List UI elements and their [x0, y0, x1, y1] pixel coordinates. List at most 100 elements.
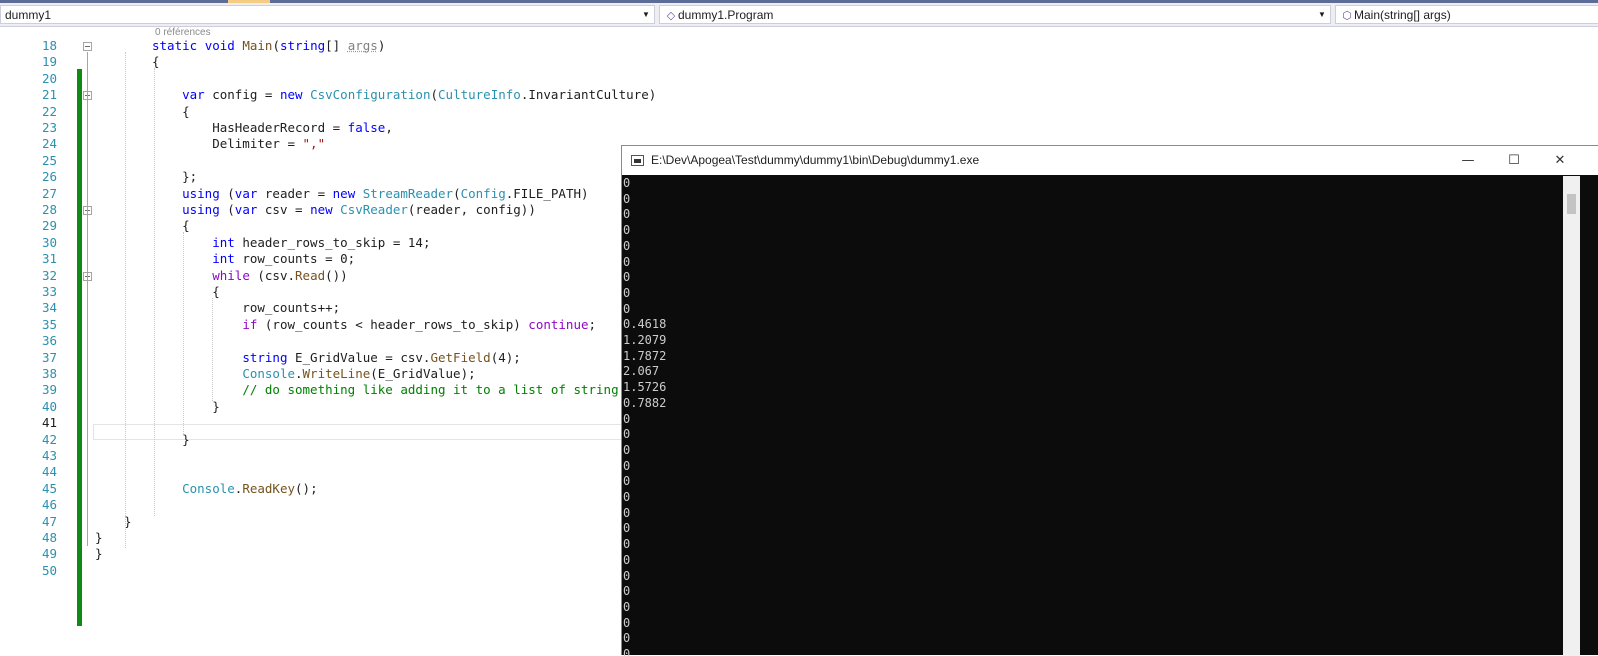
code-token: Config	[460, 185, 506, 201]
code-token: header_rows_to_skip = 14;	[242, 234, 431, 250]
code-text: Console.ReadKey();	[152, 480, 317, 497]
code-token: GetField	[430, 349, 491, 365]
code-token: )	[377, 38, 386, 53]
code-token: using	[182, 202, 228, 217]
chevron-down-icon: ▼	[642, 10, 650, 19]
indent-guide	[125, 52, 126, 549]
console-app-icon	[631, 155, 644, 166]
console-output-line: 0	[623, 490, 631, 504]
change-indicator-bar	[77, 544, 82, 627]
scrollbar-thumb[interactable]	[1567, 194, 1576, 214]
code-token: StreamReader	[362, 185, 454, 201]
class-icon: ◇	[666, 10, 676, 22]
console-output: 0 0 0 0 0 0 0 0 0 0.4618 1.2079 1.7872 2.067 1.5726 0.…	[622, 176, 1563, 656]
code-token: ())	[325, 267, 348, 283]
code-token: csv =	[264, 202, 311, 217]
collapse-outline-toggle[interactable]	[83, 42, 92, 51]
line-number: 21	[41, 87, 57, 103]
minimize-button[interactable]: —	[1445, 146, 1491, 175]
console-output-line: 0	[623, 270, 631, 285]
codelens-references[interactable]: 0 références	[155, 27, 211, 38]
line-number: 45	[41, 480, 57, 496]
console-output-line: 0	[623, 537, 631, 552]
code-token: }	[152, 431, 190, 447]
line-number: 29	[41, 218, 57, 234]
line-number: 42	[41, 431, 57, 447]
project-dropdown[interactable]: dummy1 ▼	[0, 5, 655, 24]
code-text: while (csv.Read())	[152, 267, 348, 284]
line-number: 22	[41, 103, 57, 119]
console-output-line: 0	[623, 176, 631, 190]
code-token: using	[182, 185, 228, 201]
line-number: 48	[41, 530, 57, 545]
line-number: 46	[41, 497, 57, 513]
code-token: (	[227, 185, 235, 201]
code-token: []	[325, 38, 348, 53]
code-token: new	[279, 87, 311, 103]
line-number: 23	[41, 120, 57, 135]
code-token: CultureInfo	[438, 87, 521, 103]
line-number: 18	[41, 38, 57, 53]
code-text: }	[152, 399, 220, 415]
project-dropdown-value: dummy1	[5, 8, 52, 22]
code-token: {	[152, 218, 190, 234]
code-token: Console	[182, 480, 235, 496]
console-title-bar[interactable]: E:\Dev\Apogea\Test\dummy\dummy1\bin\Debu…	[622, 146, 1598, 175]
console-title: E:\Dev\Apogea\Test\dummy\dummy1\bin\Debu…	[651, 153, 980, 167]
console-window[interactable]: E:\Dev\Apogea\Test\dummy\dummy1\bin\Debu…	[621, 145, 1598, 656]
code-token: config =	[212, 87, 280, 103]
code-token: (	[453, 185, 461, 201]
line-number: 32	[41, 267, 57, 283]
code-token: (	[227, 202, 235, 217]
console-output-line: 0	[623, 442, 631, 457]
code-text: if (row_counts < header_rows_to_skip) co…	[152, 317, 596, 333]
navigation-bar: dummy1 ▼ ◇ dummy1.Program ▼ ⬡ Main(string[…	[0, 3, 1598, 27]
line-number: 36	[41, 333, 57, 349]
line-number: 47	[41, 513, 57, 529]
code-token: .	[295, 366, 303, 381]
code-token: CsvReader	[340, 202, 408, 217]
code-token: .InvariantCulture)	[520, 87, 657, 103]
line-number: 44	[41, 464, 57, 480]
code-token: row_counts++;	[152, 300, 341, 316]
member-dropdown[interactable]: ⬡ Main(string[] args)	[1335, 5, 1598, 24]
code-text: Console.WriteLine(E_GridValue);	[152, 366, 475, 382]
code-text: using (var reader = new StreamReader(Con…	[152, 185, 588, 202]
code-token: string	[242, 349, 295, 365]
chevron-down-icon: ▼	[1318, 10, 1326, 19]
line-number: 28	[41, 202, 57, 217]
code-token: new	[332, 185, 363, 201]
code-token: Read	[295, 267, 326, 283]
maximize-button[interactable]: ☐	[1491, 146, 1537, 175]
console-output-line: 0	[623, 599, 631, 614]
method-cube-icon: ⬡	[1342, 10, 1352, 22]
code-token: ReadKey	[242, 480, 296, 496]
code-token: HasHeaderRecord =	[152, 120, 348, 135]
code-token: {	[152, 284, 220, 299]
type-dropdown[interactable]: ◇ dummy1.Program ▼	[659, 5, 1331, 24]
console-output-line: 0	[623, 474, 631, 489]
indent-guide	[154, 68, 155, 516]
code-token: if	[242, 316, 265, 332]
code-token: reader =	[264, 185, 333, 201]
code-text: using (var csv = new CsvReader(reader, c…	[152, 202, 536, 218]
code-token: (	[272, 38, 280, 53]
console-output-line: 0	[623, 254, 631, 269]
code-token: WriteLine	[302, 366, 371, 381]
console-output-line: 0	[623, 238, 631, 253]
close-button[interactable]: ✕	[1537, 146, 1583, 175]
code-token: (4);	[490, 349, 521, 365]
code-token: ","	[302, 136, 326, 152]
console-scrollbar[interactable]	[1563, 176, 1580, 656]
console-output-line: 0	[623, 568, 631, 583]
line-number: 31	[41, 251, 57, 267]
line-number: 35	[41, 316, 57, 332]
code-line: 19 {	[0, 54, 1598, 70]
line-number: 26	[41, 169, 57, 185]
code-token: string	[279, 38, 326, 53]
line-number: 20	[41, 70, 57, 86]
